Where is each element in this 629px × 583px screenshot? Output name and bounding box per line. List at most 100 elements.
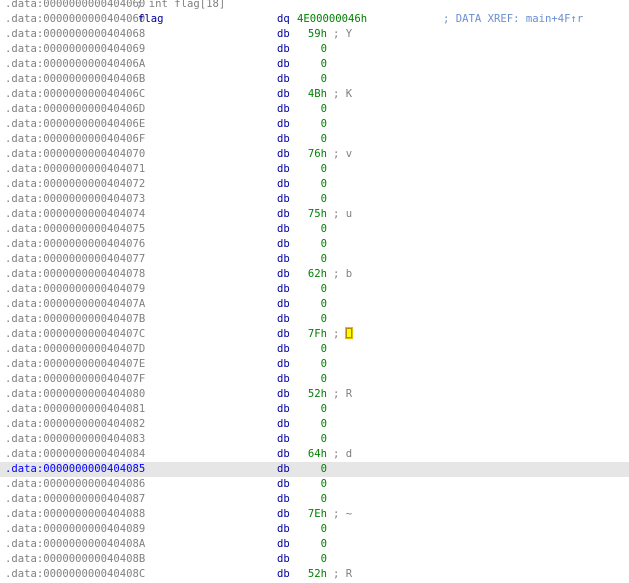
listing-line[interactable]: .data:0000000000404070 db 76h ; v <box>0 147 629 162</box>
listing-line[interactable]: .data:0000000000404089 db 0 <box>0 522 629 537</box>
listing-line[interactable]: .data:000000000040406A db 0 <box>0 57 629 72</box>
listing-line[interactable]: .data:0000000000404083 db 0 <box>0 432 629 447</box>
listing-line[interactable]: .data:0000000000404069 db 0 <box>0 42 629 57</box>
data-value[interactable]: 75h <box>305 207 327 222</box>
listing-line[interactable]: .data:000000000040406D db 0 <box>0 102 629 117</box>
listing-line[interactable]: .data:0000000000404074 db 75h ; u <box>0 207 629 222</box>
listing-line[interactable]: .data:000000000040407D db 0 <box>0 342 629 357</box>
disassembly-listing[interactable]: .data:0000000000404060 ; int flag[18] .d… <box>0 0 629 583</box>
data-value[interactable]: 4E00000046h <box>297 12 367 27</box>
listing-line[interactable]: .data:0000000000404077 db 0 <box>0 252 629 267</box>
data-value[interactable]: 0 <box>305 432 327 447</box>
data-value[interactable]: 0 <box>305 192 327 207</box>
listing-line[interactable]: .data:0000000000404082 db 0 <box>0 417 629 432</box>
line-address[interactable]: .data:000000000040406B <box>5 72 145 87</box>
data-value[interactable]: 7Fh <box>305 327 327 342</box>
listing-line[interactable]: .data:000000000040407A db 0 <box>0 297 629 312</box>
line-address[interactable]: .data:000000000040407F <box>5 372 145 387</box>
line-address[interactable]: .data:000000000040408C <box>5 567 145 582</box>
data-value[interactable]: 0 <box>305 552 327 567</box>
line-address[interactable]: .data:0000000000404076 <box>5 237 145 252</box>
symbol-name[interactable]: flag <box>138 12 164 27</box>
line-address[interactable]: .data:000000000040406D <box>5 102 145 117</box>
line-address[interactable]: .data:0000000000404078 <box>5 267 145 282</box>
data-value[interactable]: 0 <box>305 42 327 57</box>
data-value[interactable]: 76h <box>305 147 327 162</box>
data-value[interactable]: 0 <box>305 297 327 312</box>
listing-line[interactable]: .data:0000000000404060 ; int flag[18] <box>0 0 629 12</box>
listing-line[interactable]: .data:000000000040407Cdb7Fh;  <box>0 327 629 342</box>
line-address[interactable]: .data:0000000000404060 <box>5 0 145 12</box>
line-address[interactable]: .data:000000000040406A <box>5 57 145 72</box>
data-value[interactable]: 0 <box>305 402 327 417</box>
data-value[interactable]: 0 <box>305 342 327 357</box>
line-address[interactable]: .data:0000000000404071 <box>5 162 145 177</box>
listing-line[interactable]: .data:0000000000404060 flag dq 4E0000004… <box>0 12 629 27</box>
line-address[interactable]: .data:0000000000404073 <box>5 192 145 207</box>
listing-line[interactable]: .data:0000000000404072 db 0 <box>0 177 629 192</box>
listing-line[interactable]: .data:0000000000404075 db 0 <box>0 222 629 237</box>
line-address[interactable]: .data:0000000000404075 <box>5 222 145 237</box>
listing-line[interactable]: .data:000000000040408A db 0 <box>0 537 629 552</box>
line-address[interactable]: .data:0000000000404082 <box>5 417 145 432</box>
data-value[interactable]: 52h <box>305 567 327 582</box>
line-address[interactable]: .data:000000000040408B <box>5 552 145 567</box>
line-address[interactable]: .data:0000000000404072 <box>5 177 145 192</box>
line-address[interactable]: .data:0000000000404080 <box>5 387 145 402</box>
line-address[interactable]: .data:0000000000404069 <box>5 42 145 57</box>
data-value[interactable]: 62h <box>305 267 327 282</box>
data-value[interactable]: 52h <box>305 387 327 402</box>
data-value[interactable]: 0 <box>305 102 327 117</box>
line-address[interactable]: .data:0000000000404083 <box>5 432 145 447</box>
listing-line[interactable]: .data:000000000040408B db 0 <box>0 552 629 567</box>
listing-line[interactable]: .data:0000000000404079 db 0 <box>0 282 629 297</box>
data-value[interactable]: 0 <box>305 462 327 477</box>
listing-line[interactable]: .data:0000000000404086 db 0 <box>0 477 629 492</box>
listing-line[interactable]: .data:000000000040406E db 0 <box>0 117 629 132</box>
line-address[interactable]: .data:000000000040407E <box>5 357 145 372</box>
line-address[interactable]: .data:000000000040408A <box>5 537 145 552</box>
listing-line[interactable]: .data:0000000000404068 db 59h ; Y <box>0 27 629 42</box>
xref-comment[interactable]: ; DATA XREF: main+4F↑r <box>443 12 583 27</box>
listing-line[interactable]: .data:000000000040406F db 0 <box>0 132 629 147</box>
listing-line[interactable]: .data:0000000000404076 db 0 <box>0 237 629 252</box>
data-value[interactable]: 4Bh <box>305 87 327 102</box>
line-address[interactable]: .data:0000000000404060 <box>5 12 145 27</box>
data-value[interactable]: 0 <box>305 492 327 507</box>
data-value[interactable]: 0 <box>305 72 327 87</box>
line-address[interactable]: .data:000000000040407A <box>5 297 145 312</box>
line-address[interactable]: .data:000000000040406E <box>5 117 145 132</box>
line-address[interactable]: .data:0000000000404081 <box>5 402 145 417</box>
listing-line[interactable]: .data:0000000000404085 db 0 <box>0 462 629 477</box>
listing-line[interactable]: .data:0000000000404073 db 0 <box>0 192 629 207</box>
line-address[interactable]: .data:0000000000404088 <box>5 507 145 522</box>
listing-line[interactable]: .data:000000000040406C db 4Bh ; K <box>0 87 629 102</box>
listing-line[interactable]: .data:0000000000404071 db 0 <box>0 162 629 177</box>
line-address[interactable]: .data:0000000000404070 <box>5 147 145 162</box>
line-address[interactable]: .data:0000000000404087 <box>5 492 145 507</box>
line-address[interactable]: .data:000000000040406C <box>5 87 145 102</box>
line-address[interactable]: .data:0000000000404084 <box>5 447 145 462</box>
listing-line[interactable]: .data:0000000000404081 db 0 <box>0 402 629 417</box>
data-value[interactable]: 0 <box>305 177 327 192</box>
listing-line[interactable]: .data:0000000000404078 db 62h ; b <box>0 267 629 282</box>
listing-line[interactable]: .data:000000000040406B db 0 <box>0 72 629 87</box>
line-address[interactable]: .data:0000000000404077 <box>5 252 145 267</box>
data-value[interactable]: 0 <box>305 312 327 327</box>
listing-line[interactable]: .data:000000000040408C db 52h ; R <box>0 567 629 582</box>
data-value[interactable]: 0 <box>305 162 327 177</box>
listing-line[interactable]: .data:0000000000404088 db 7Eh ; ~ <box>0 507 629 522</box>
line-address[interactable]: .data:000000000040407D <box>5 342 145 357</box>
data-value[interactable]: 0 <box>305 357 327 372</box>
listing-line[interactable]: .data:000000000040407F db 0 <box>0 372 629 387</box>
listing-line[interactable]: .data:0000000000404080 db 52h ; R <box>0 387 629 402</box>
data-value[interactable]: 0 <box>305 537 327 552</box>
data-value[interactable]: 0 <box>305 282 327 297</box>
data-value[interactable]: 0 <box>305 522 327 537</box>
line-address[interactable]: .data:000000000040407B <box>5 312 145 327</box>
data-value[interactable]: 0 <box>305 237 327 252</box>
data-value[interactable]: 7Eh <box>305 507 327 522</box>
data-value[interactable]: 0 <box>305 57 327 72</box>
data-value[interactable]: 0 <box>305 417 327 432</box>
line-address[interactable]: .data:0000000000404085 <box>5 462 145 477</box>
